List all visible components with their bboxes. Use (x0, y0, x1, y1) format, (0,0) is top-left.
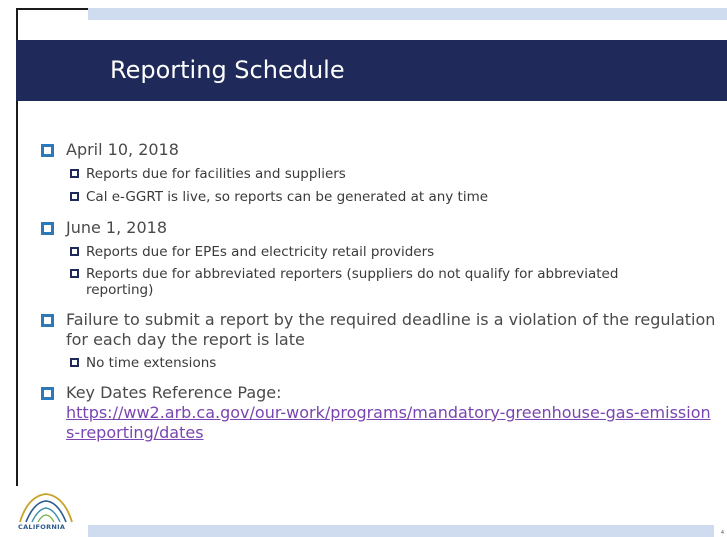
page-number: 4 (720, 530, 724, 536)
bullet-text: Key Dates Reference Page: (66, 383, 282, 402)
square-bullet-icon (70, 247, 79, 256)
bullet-item-june: June 1, 2018 (38, 218, 718, 238)
sub-bullet-item: Cal e-GGRT is live, so reports can be ge… (38, 189, 718, 205)
square-bullet-icon (70, 358, 79, 367)
sub-bullet-item: Reports due for abbreviated reporters (s… (38, 266, 646, 298)
logo-text: CALIFORNIA (18, 523, 66, 531)
bottom-accent-band (88, 525, 714, 537)
square-bullet-icon (41, 144, 54, 157)
square-bullet-icon (41, 314, 54, 327)
bullet-text: April 10, 2018 (66, 140, 179, 159)
bullet-item-failure: Failure to submit a report by the requir… (38, 310, 716, 350)
sub-bullet-text: No time extensions (86, 355, 217, 371)
sub-bullet-item: Reports due for EPEs and electricity ret… (38, 244, 718, 260)
sub-bullet-text: Reports due for abbreviated reporters (s… (86, 266, 619, 298)
slide: Reporting Schedule April 10, 2018 Report… (0, 0, 727, 537)
bullet-text: June 1, 2018 (66, 218, 167, 237)
bullet-item-key-dates: Key Dates Reference Page: https://ww2.ar… (38, 383, 716, 443)
square-bullet-icon (70, 269, 79, 278)
slide-title: Reporting Schedule (110, 56, 345, 84)
sub-bullet-text: Cal e-GGRT is live, so reports can be ge… (86, 189, 489, 205)
frame-top-line (16, 8, 88, 10)
top-accent-band (88, 8, 727, 20)
bullet-item-april: April 10, 2018 (38, 140, 718, 160)
sub-bullet-text: Reports due for facilities and suppliers (86, 166, 346, 182)
sub-bullet-item: Reports due for facilities and suppliers (38, 166, 718, 182)
square-bullet-icon (41, 222, 54, 235)
key-dates-link[interactable]: https://ww2.arb.ca.gov/our-work/programs… (66, 403, 711, 442)
square-bullet-icon (70, 169, 79, 178)
sub-bullet-item: No time extensions (38, 355, 718, 371)
sub-bullet-text: Reports due for EPEs and electricity ret… (86, 244, 435, 260)
bullet-text: Failure to submit a report by the requir… (66, 310, 716, 349)
square-bullet-icon (70, 192, 79, 201)
slide-content: April 10, 2018 Reports due for facilitie… (38, 140, 718, 443)
square-bullet-icon (41, 387, 54, 400)
